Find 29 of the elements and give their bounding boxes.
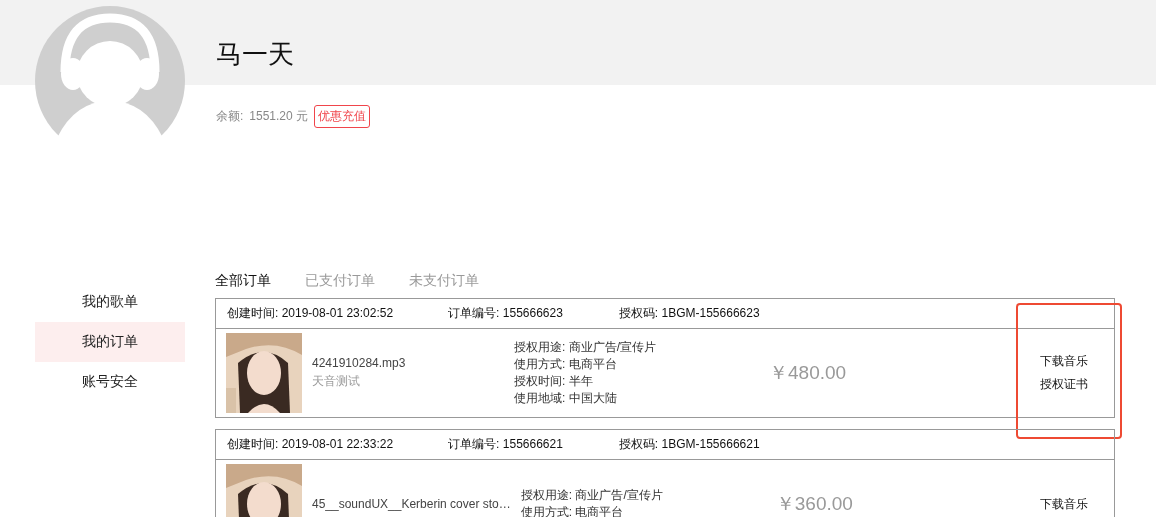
order-action-link[interactable]: 授权证书	[1040, 376, 1088, 393]
created-time: 创建时间: 2019-08-01 22:33:22	[227, 436, 394, 453]
auth-code: 授权码: 1BGM-155666621	[618, 436, 760, 453]
sidebar-item[interactable]: 我的订单	[35, 322, 185, 362]
license-detail: 授权用途: 商业广告/宣传片	[520, 487, 664, 504]
balance-label: 余额:	[216, 108, 244, 125]
license-detail: 使用方式: 电商平台	[514, 356, 618, 373]
license-detail: 使用地域: 中国大陆	[514, 390, 618, 407]
license-detail: 授权时间: 半年	[514, 373, 594, 390]
order-price: ￥360.00	[775, 492, 854, 516]
order-action-link[interactable]: 下载音乐	[1040, 495, 1088, 513]
order-tab[interactable]: 全部订单	[215, 272, 271, 298]
license-detail: 使用方式: 电商平台	[520, 504, 625, 517]
order-action-link[interactable]: 下载音乐	[1040, 353, 1088, 370]
sidebar-item[interactable]: 账号安全	[35, 362, 185, 402]
file-name: 45__soundUX__Kerberin cover sto…	[312, 497, 511, 511]
recharge-button[interactable]: 优惠充值	[314, 105, 371, 128]
avatar-icon	[35, 6, 185, 156]
sidebar-item[interactable]: 我的歌单	[35, 282, 185, 322]
auth-code: 授权码: 1BGM-155666623	[618, 305, 760, 322]
order-number: 订单编号: 155666621	[448, 436, 563, 453]
created-time: 创建时间: 2019-08-01 23:02:52	[227, 305, 394, 322]
file-name: 4241910284.mp3	[312, 356, 407, 370]
license-detail: 授权用途: 商业广告/宣传片	[514, 339, 657, 356]
artist-name: 天音测试	[312, 373, 361, 390]
balance-amount: 1551.20 元	[249, 108, 309, 125]
order-price: ￥480.00	[769, 361, 848, 385]
order-number: 订单编号: 155666623	[448, 305, 563, 322]
user-name: 马一天	[216, 38, 294, 71]
